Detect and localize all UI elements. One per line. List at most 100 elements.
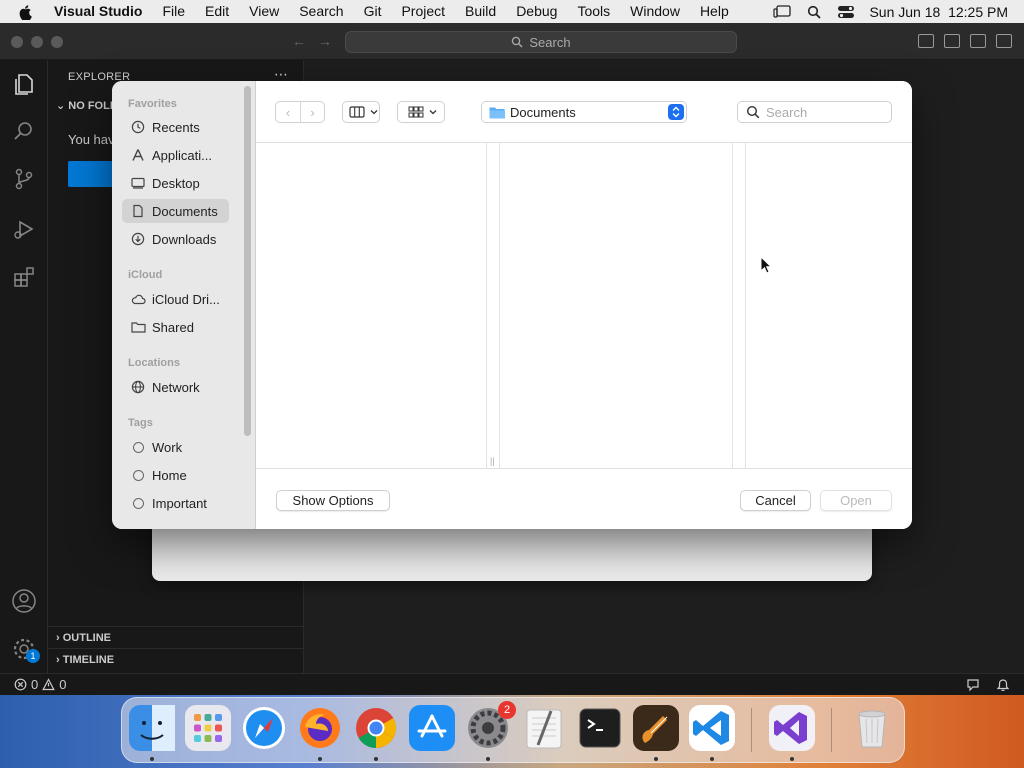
minimize-window-button[interactable] <box>31 36 43 48</box>
customize-layout-icon[interactable] <box>996 34 1012 48</box>
control-center-icon[interactable] <box>837 5 855 19</box>
menu-project[interactable]: Project <box>391 0 455 23</box>
accounts-icon[interactable] <box>10 587 38 615</box>
dock-app-store[interactable] <box>409 705 455 751</box>
chrome-icon <box>356 708 396 748</box>
go-forward-icon[interactable]: → <box>318 33 332 49</box>
apple-menu-icon[interactable] <box>18 4 34 20</box>
tag-label: Important <box>152 495 207 511</box>
spotlight-search-icon[interactable] <box>805 5 823 19</box>
timeline-section[interactable]: › TIMELINE <box>48 648 304 670</box>
dialog-toolbar: ‹ › Documents <box>256 81 912 143</box>
sidebar-item-downloads[interactable]: Downloads <box>122 227 229 251</box>
sidebar-item-label: Network <box>152 379 200 395</box>
go-back-icon[interactable]: ← <box>292 33 306 49</box>
back-chevron-icon[interactable]: ‹ <box>276 102 300 122</box>
columns-view-icon <box>349 106 365 118</box>
menu-help[interactable]: Help <box>690 0 739 23</box>
forward-chevron-icon[interactable]: › <box>300 102 324 122</box>
sidebar-item-label: Desktop <box>152 175 200 191</box>
menu-app-name[interactable]: Visual Studio <box>46 0 152 23</box>
group-by-menu[interactable] <box>397 101 445 123</box>
command-center[interactable]: Search <box>345 31 737 53</box>
search-field[interactable] <box>737 101 892 123</box>
extensions-icon[interactable] <box>10 263 38 291</box>
column-1[interactable] <box>256 143 486 468</box>
running-indicator <box>318 757 322 761</box>
menu-file[interactable]: File <box>152 0 195 23</box>
safari-icon <box>243 707 285 749</box>
chevron-right-icon: › <box>56 654 63 666</box>
source-control-icon[interactable] <box>10 165 38 193</box>
sidebar-tag-important[interactable]: Important <box>122 491 229 515</box>
dock-garageband[interactable] <box>633 705 679 751</box>
menu-bar-clock[interactable]: Sun Jun 18 12:25 PM <box>869 4 1008 20</box>
trash-icon <box>858 710 886 748</box>
menu-git[interactable]: Git <box>354 0 392 23</box>
cancel-button[interactable]: Cancel <box>740 490 811 511</box>
status-bar: 0 0 <box>0 673 1024 695</box>
folder-icon <box>489 107 505 118</box>
search-view-icon[interactable] <box>10 117 38 145</box>
dock-trash[interactable] <box>849 705 895 751</box>
dock-textedit[interactable] <box>521 705 567 751</box>
dock-visual-studio[interactable] <box>769 705 815 751</box>
dock-launchpad[interactable] <box>185 705 231 751</box>
run-and-debug-icon[interactable] <box>10 215 38 243</box>
column-resize-handle[interactable]: || <box>486 143 500 468</box>
menu-window[interactable]: Window <box>620 0 690 23</box>
close-window-button[interactable] <box>11 36 23 48</box>
outline-section[interactable]: › OUTLINE <box>48 626 304 648</box>
dock-finder[interactable] <box>129 705 175 751</box>
toggle-panel-icon[interactable] <box>944 34 960 48</box>
sidebar-item-documents[interactable]: Documents <box>122 199 229 223</box>
stage-manager-icon[interactable] <box>773 4 792 19</box>
running-indicator <box>654 757 658 761</box>
dock-safari[interactable] <box>241 705 287 751</box>
dock: 2 <box>121 697 905 763</box>
sidebar-scrollbar[interactable] <box>244 86 251 436</box>
dock-chrome[interactable] <box>353 705 399 751</box>
problems-indicator[interactable]: 0 0 <box>14 677 66 692</box>
feedback-icon[interactable] <box>966 678 980 692</box>
sidebar-item-icloud-drive[interactable]: iCloud Dri... <box>122 287 229 311</box>
show-options-button[interactable]: Show Options <box>276 490 390 511</box>
dock-terminal[interactable] <box>577 705 623 751</box>
column-3[interactable] <box>746 143 912 468</box>
timeline-label: TIMELINE <box>62 654 115 666</box>
dock-vscode[interactable] <box>689 705 735 751</box>
tag-circle-icon <box>130 439 146 455</box>
menu-build[interactable]: Build <box>455 0 506 23</box>
toggle-primary-sidebar-icon[interactable] <box>918 34 934 48</box>
toggle-secondary-sidebar-icon[interactable] <box>970 34 986 48</box>
sidebar-tag-work[interactable]: Work <box>122 435 229 459</box>
zoom-window-button[interactable] <box>51 36 63 48</box>
sidebar-item-desktop[interactable]: Desktop <box>122 171 229 195</box>
location-popup[interactable]: Documents <box>481 101 687 123</box>
menu-tools[interactable]: Tools <box>567 0 620 23</box>
menu-search[interactable]: Search <box>289 0 353 23</box>
activity-bar: 1 <box>0 60 48 673</box>
sidebar-item-shared[interactable]: Shared <box>122 315 229 339</box>
shared-folder-icon <box>130 319 146 335</box>
cloud-icon <box>130 291 146 307</box>
open-button[interactable]: Open <box>820 490 892 511</box>
no-folder-section[interactable]: ⌄ NO FOLI <box>56 99 113 112</box>
view-mode-menu[interactable] <box>342 101 380 123</box>
dock-firefox[interactable] <box>297 705 343 751</box>
sidebar-item-applications[interactable]: Applicati... <box>122 143 229 167</box>
search-input[interactable] <box>766 104 881 120</box>
notifications-bell-icon[interactable] <box>996 678 1010 692</box>
explorer-files-icon[interactable] <box>10 70 38 98</box>
sidebar-item-network[interactable]: Network <box>122 375 229 399</box>
textedit-icon <box>526 709 562 749</box>
menu-view[interactable]: View <box>239 0 289 23</box>
menu-debug[interactable]: Debug <box>506 0 567 23</box>
sidebar-tag-home[interactable]: Home <box>122 463 229 487</box>
globe-icon <box>130 379 146 395</box>
terminal-icon <box>579 708 621 748</box>
column-2[interactable] <box>500 143 732 468</box>
column-divider[interactable] <box>732 143 746 468</box>
sidebar-item-recents[interactable]: Recents <box>122 115 229 139</box>
menu-edit[interactable]: Edit <box>195 0 239 23</box>
